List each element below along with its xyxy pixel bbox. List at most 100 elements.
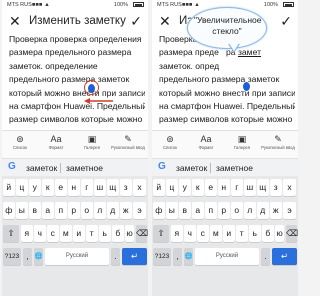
key[interactable]: д — [107, 202, 119, 219]
comma-key[interactable]: , — [23, 248, 32, 265]
key[interactable]: с — [47, 225, 59, 242]
key[interactable]: о — [81, 202, 93, 219]
key[interactable]: ы — [166, 202, 178, 219]
key[interactable]: у — [179, 179, 191, 196]
key[interactable]: в — [179, 202, 191, 219]
key[interactable]: п — [55, 202, 67, 219]
globe-icon[interactable]: 🌐 — [184, 248, 193, 265]
key[interactable]: л — [244, 202, 256, 219]
key[interactable]: ф — [3, 202, 15, 219]
toolbar-checklist-button[interactable]: ⊚ Список — [152, 133, 188, 150]
shift-key[interactable]: ⇧ — [3, 225, 19, 242]
key[interactable]: о — [231, 202, 243, 219]
shift-key[interactable]: ⇧ — [153, 225, 169, 242]
key[interactable]: б — [112, 225, 124, 242]
key[interactable]: г — [231, 179, 243, 196]
key[interactable]: х — [133, 179, 146, 196]
key[interactable]: м — [60, 225, 72, 242]
key[interactable]: б — [262, 225, 274, 242]
key[interactable]: ш — [244, 179, 256, 196]
suggestion-item[interactable]: заметок — [176, 163, 207, 173]
key[interactable]: ы — [16, 202, 28, 219]
comma-key[interactable]: , — [173, 248, 182, 265]
key[interactable]: и — [223, 225, 235, 242]
key[interactable]: т — [86, 225, 98, 242]
suggestion-item[interactable]: заметок — [26, 163, 57, 173]
key[interactable]: п — [205, 202, 217, 219]
key[interactable]: я — [171, 225, 183, 242]
key[interactable]: к — [192, 179, 204, 196]
key[interactable]: р — [218, 202, 230, 219]
key[interactable]: а — [42, 202, 54, 219]
key[interactable]: и — [73, 225, 85, 242]
toolbar-handwriting-button[interactable]: ✎ Рукописный ввод — [110, 133, 146, 150]
key[interactable]: ж — [270, 202, 282, 219]
toolbar-format-button[interactable]: Aa Формат — [38, 133, 74, 150]
format-icon: Aa — [200, 134, 212, 144]
key[interactable]: ц — [16, 179, 28, 196]
key[interactable]: е — [55, 179, 67, 196]
key[interactable]: ь — [99, 225, 111, 242]
cursor-handle[interactable] — [243, 82, 250, 91]
carrier-label: MTS RUS — [7, 2, 32, 8]
key[interactable]: з — [120, 179, 132, 196]
enter-key[interactable]: ↵ — [272, 248, 297, 265]
key[interactable]: а — [192, 202, 204, 219]
toolbar-checklist-button[interactable]: ⊚ Список — [2, 133, 38, 150]
key[interactable]: щ — [107, 179, 119, 196]
key[interactable]: ж — [120, 202, 132, 219]
key[interactable]: к — [42, 179, 54, 196]
google-logo-icon[interactable]: G — [158, 161, 166, 172]
key[interactable]: г — [81, 179, 93, 196]
key[interactable]: ц — [166, 179, 178, 196]
space-key[interactable]: Русский — [195, 248, 259, 265]
key[interactable]: н — [68, 179, 80, 196]
key[interactable]: д — [257, 202, 269, 219]
key[interactable]: м — [210, 225, 222, 242]
close-icon[interactable]: ✕ — [159, 13, 171, 29]
key[interactable]: з — [270, 179, 282, 196]
key[interactable]: ч — [184, 225, 196, 242]
numbers-key[interactable]: ?123 — [3, 248, 21, 265]
key[interactable]: ю — [125, 225, 134, 242]
key[interactable]: ч — [34, 225, 46, 242]
backspace-key[interactable]: ⌫ — [136, 225, 148, 242]
key[interactable]: е — [205, 179, 217, 196]
save-check-icon[interactable]: ✓ — [130, 13, 142, 29]
key[interactable]: ю — [275, 225, 284, 242]
period-key[interactable]: . — [111, 248, 120, 265]
key[interactable]: щ — [257, 179, 269, 196]
globe-icon[interactable]: 🌐 — [34, 248, 43, 265]
suggestion-item[interactable]: заметное — [216, 163, 253, 173]
key[interactable]: у — [29, 179, 41, 196]
save-check-icon[interactable]: ✓ — [280, 13, 292, 29]
toolbar-gallery-button[interactable]: ▣ Галерея — [74, 133, 110, 150]
numbers-key[interactable]: ?123 — [153, 248, 171, 265]
backspace-key[interactable]: ⌫ — [286, 225, 298, 242]
toolbar-format-button[interactable]: Aa Формат — [188, 133, 224, 150]
key[interactable]: т — [236, 225, 248, 242]
space-key[interactable]: Русский — [45, 248, 109, 265]
suggestion-item[interactable]: заметное — [66, 163, 103, 173]
close-icon[interactable]: ✕ — [9, 13, 21, 29]
key[interactable]: я — [21, 225, 33, 242]
toolbar-handwriting-button[interactable]: ✎ Рукописный ввод — [260, 133, 296, 150]
key[interactable]: ь — [249, 225, 261, 242]
toolbar-gallery-button[interactable]: ▣ Галерея — [224, 133, 260, 150]
period-key[interactable]: . — [261, 248, 270, 265]
key[interactable]: х — [283, 179, 296, 196]
key[interactable]: н — [218, 179, 230, 196]
google-logo-icon[interactable]: G — [8, 161, 16, 172]
key[interactable]: р — [68, 202, 80, 219]
key[interactable]: ш — [94, 179, 106, 196]
key[interactable]: в — [29, 202, 41, 219]
key[interactable]: ф — [153, 202, 165, 219]
key[interactable]: с — [197, 225, 209, 242]
note-editor[interactable]: Проверка проверка определения размера пр… — [9, 33, 145, 127]
key[interactable]: э — [283, 202, 296, 219]
key[interactable]: э — [133, 202, 146, 219]
key[interactable]: й — [153, 179, 165, 196]
enter-key[interactable]: ↵ — [122, 248, 147, 265]
key[interactable]: й — [3, 179, 15, 196]
key[interactable]: л — [94, 202, 106, 219]
